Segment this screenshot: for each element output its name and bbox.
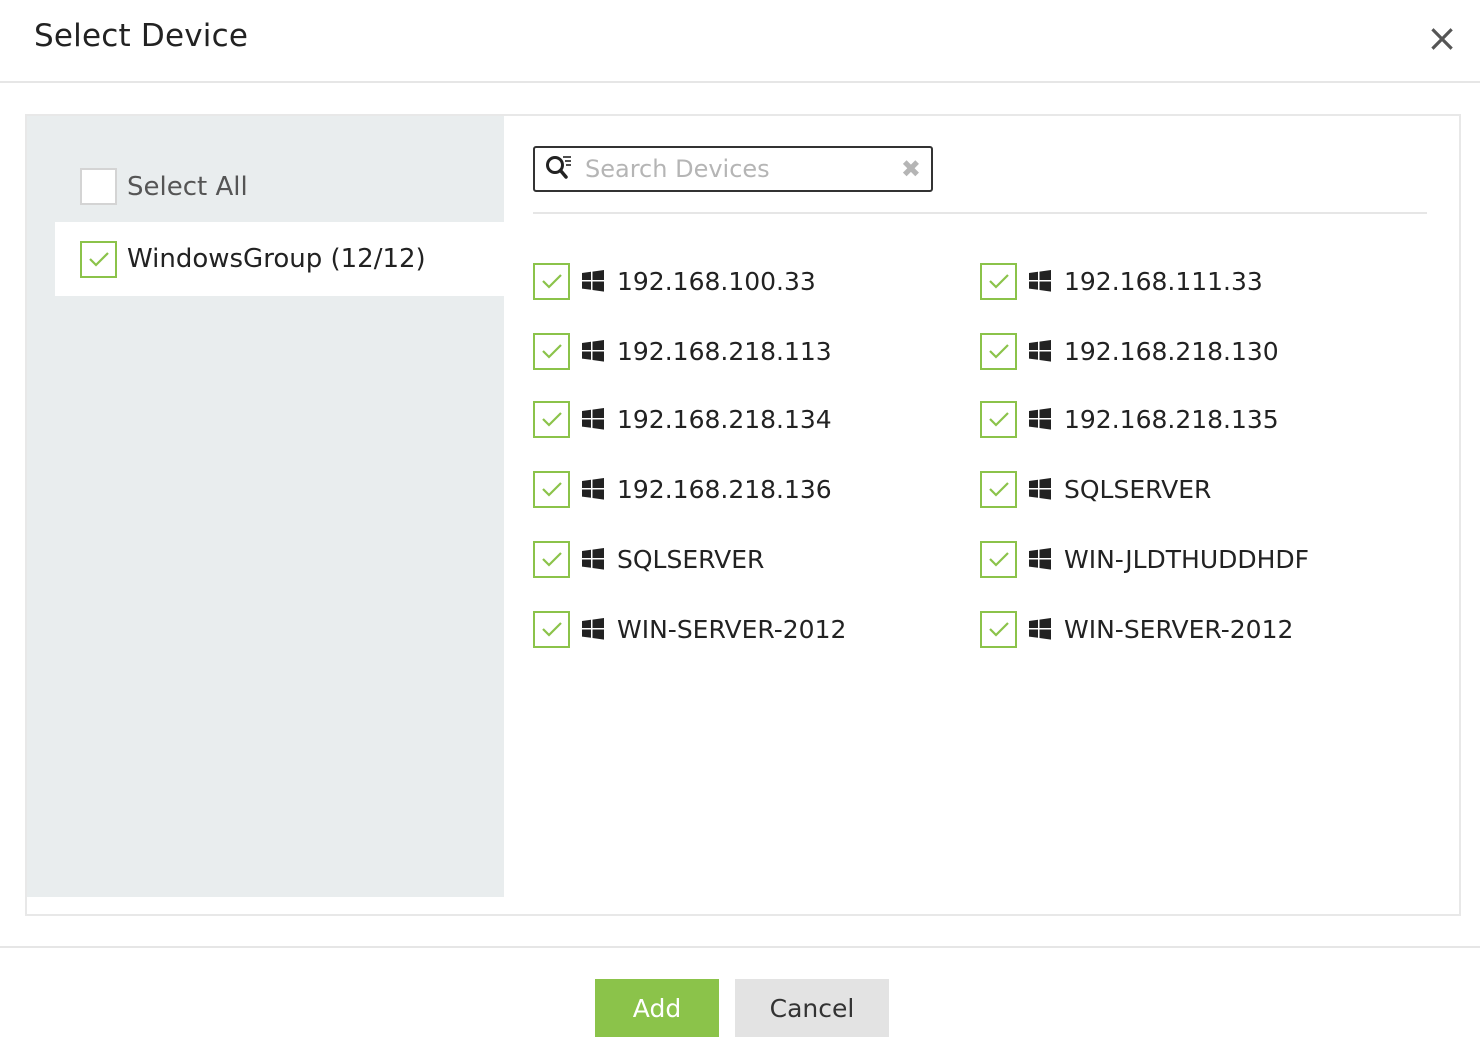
device-item[interactable]: 192.168.218.135 bbox=[980, 399, 1279, 439]
select-all-label: Select All bbox=[127, 171, 248, 202]
checkmark-icon bbox=[989, 551, 1009, 567]
checkmark-icon bbox=[989, 343, 1009, 359]
select-all-checkbox[interactable] bbox=[80, 168, 117, 205]
device-checkbox[interactable] bbox=[533, 262, 570, 300]
device-name: 192.168.218.130 bbox=[1064, 336, 1279, 366]
windows-icon bbox=[1029, 408, 1051, 430]
checkmark-icon bbox=[989, 273, 1009, 289]
search-icon bbox=[546, 156, 571, 179]
group-checkbox[interactable] bbox=[80, 240, 117, 278]
device-checkbox[interactable] bbox=[980, 470, 1017, 508]
close-icon[interactable]: × bbox=[1426, 19, 1458, 57]
device-item[interactable]: 192.168.100.33 bbox=[533, 261, 816, 301]
search-input[interactable] bbox=[585, 152, 885, 186]
device-name: 192.168.111.33 bbox=[1064, 266, 1263, 296]
group-label: WindowsGroup (12/12) bbox=[127, 244, 426, 274]
windows-icon bbox=[582, 270, 604, 292]
search-box: ✖ bbox=[533, 146, 933, 192]
group-item-windowsgroup[interactable]: WindowsGroup (12/12) bbox=[55, 222, 504, 296]
group-panel: Select All WindowsGroup (12/12) bbox=[27, 116, 504, 897]
dialog-header: Select Device × bbox=[0, 0, 1480, 83]
checkmark-icon bbox=[989, 621, 1009, 637]
device-item[interactable]: 192.168.218.134 bbox=[533, 399, 832, 439]
windows-icon bbox=[1029, 478, 1051, 500]
device-name: 192.168.218.136 bbox=[617, 474, 832, 504]
dialog-footer: Add Cancel bbox=[0, 946, 1480, 1044]
windows-icon bbox=[582, 548, 604, 570]
checkmark-icon bbox=[542, 621, 562, 637]
checkmark-icon bbox=[542, 411, 562, 427]
device-item[interactable]: WIN-JLDTHUDDHDF bbox=[980, 539, 1309, 579]
checkmark-icon bbox=[542, 343, 562, 359]
select-all-option[interactable]: Select All bbox=[80, 168, 248, 205]
windows-icon bbox=[1029, 548, 1051, 570]
checkmark-icon bbox=[989, 481, 1009, 497]
windows-icon bbox=[1029, 618, 1051, 640]
device-item[interactable]: WIN-SERVER-2012 bbox=[980, 609, 1293, 649]
windows-icon bbox=[1029, 340, 1051, 362]
device-checkbox[interactable] bbox=[533, 400, 570, 438]
checkmark-icon bbox=[89, 251, 109, 267]
checkmark-icon bbox=[542, 481, 562, 497]
device-checkbox[interactable] bbox=[533, 470, 570, 508]
device-item[interactable]: SQLSERVER bbox=[980, 469, 1211, 509]
device-name: 192.168.218.134 bbox=[617, 404, 832, 434]
device-name: WIN-JLDTHUDDHDF bbox=[1064, 544, 1310, 574]
device-item[interactable]: SQLSERVER bbox=[533, 539, 764, 579]
device-item[interactable]: 192.168.111.33 bbox=[980, 261, 1263, 301]
device-name: WIN-SERVER-2012 bbox=[617, 614, 847, 644]
device-name: 192.168.218.113 bbox=[617, 336, 832, 366]
clear-search-icon[interactable]: ✖ bbox=[901, 156, 921, 182]
device-checkbox[interactable] bbox=[980, 262, 1017, 300]
divider bbox=[533, 212, 1427, 214]
device-name: SQLSERVER bbox=[1064, 474, 1212, 504]
windows-icon bbox=[582, 478, 604, 500]
device-item[interactable]: WIN-SERVER-2012 bbox=[533, 609, 846, 649]
device-item[interactable]: 192.168.218.130 bbox=[980, 331, 1279, 371]
device-checkbox[interactable] bbox=[980, 610, 1017, 648]
windows-icon bbox=[1029, 270, 1051, 292]
device-item[interactable]: 192.168.218.136 bbox=[533, 469, 832, 509]
device-name: 192.168.100.33 bbox=[617, 266, 816, 296]
checkmark-icon bbox=[989, 411, 1009, 427]
device-checkbox[interactable] bbox=[980, 332, 1017, 370]
windows-icon bbox=[582, 340, 604, 362]
device-checkbox[interactable] bbox=[533, 332, 570, 370]
device-checkbox[interactable] bbox=[533, 540, 570, 578]
cancel-button[interactable]: Cancel bbox=[735, 979, 889, 1037]
device-checkbox[interactable] bbox=[533, 610, 570, 648]
device-name: SQLSERVER bbox=[617, 544, 765, 574]
device-item[interactable]: 192.168.218.113 bbox=[533, 331, 832, 371]
add-button[interactable]: Add bbox=[595, 979, 719, 1037]
dialog-body: Select All WindowsGroup (12/12) ✖ 192.16… bbox=[25, 114, 1461, 916]
device-name: WIN-SERVER-2012 bbox=[1064, 614, 1294, 644]
checkmark-icon bbox=[542, 273, 562, 289]
checkmark-icon bbox=[542, 551, 562, 567]
windows-icon bbox=[582, 618, 604, 640]
device-name: 192.168.218.135 bbox=[1064, 404, 1279, 434]
dialog-title: Select Device bbox=[34, 18, 249, 54]
device-checkbox[interactable] bbox=[980, 400, 1017, 438]
windows-icon bbox=[582, 408, 604, 430]
device-checkbox[interactable] bbox=[980, 540, 1017, 578]
